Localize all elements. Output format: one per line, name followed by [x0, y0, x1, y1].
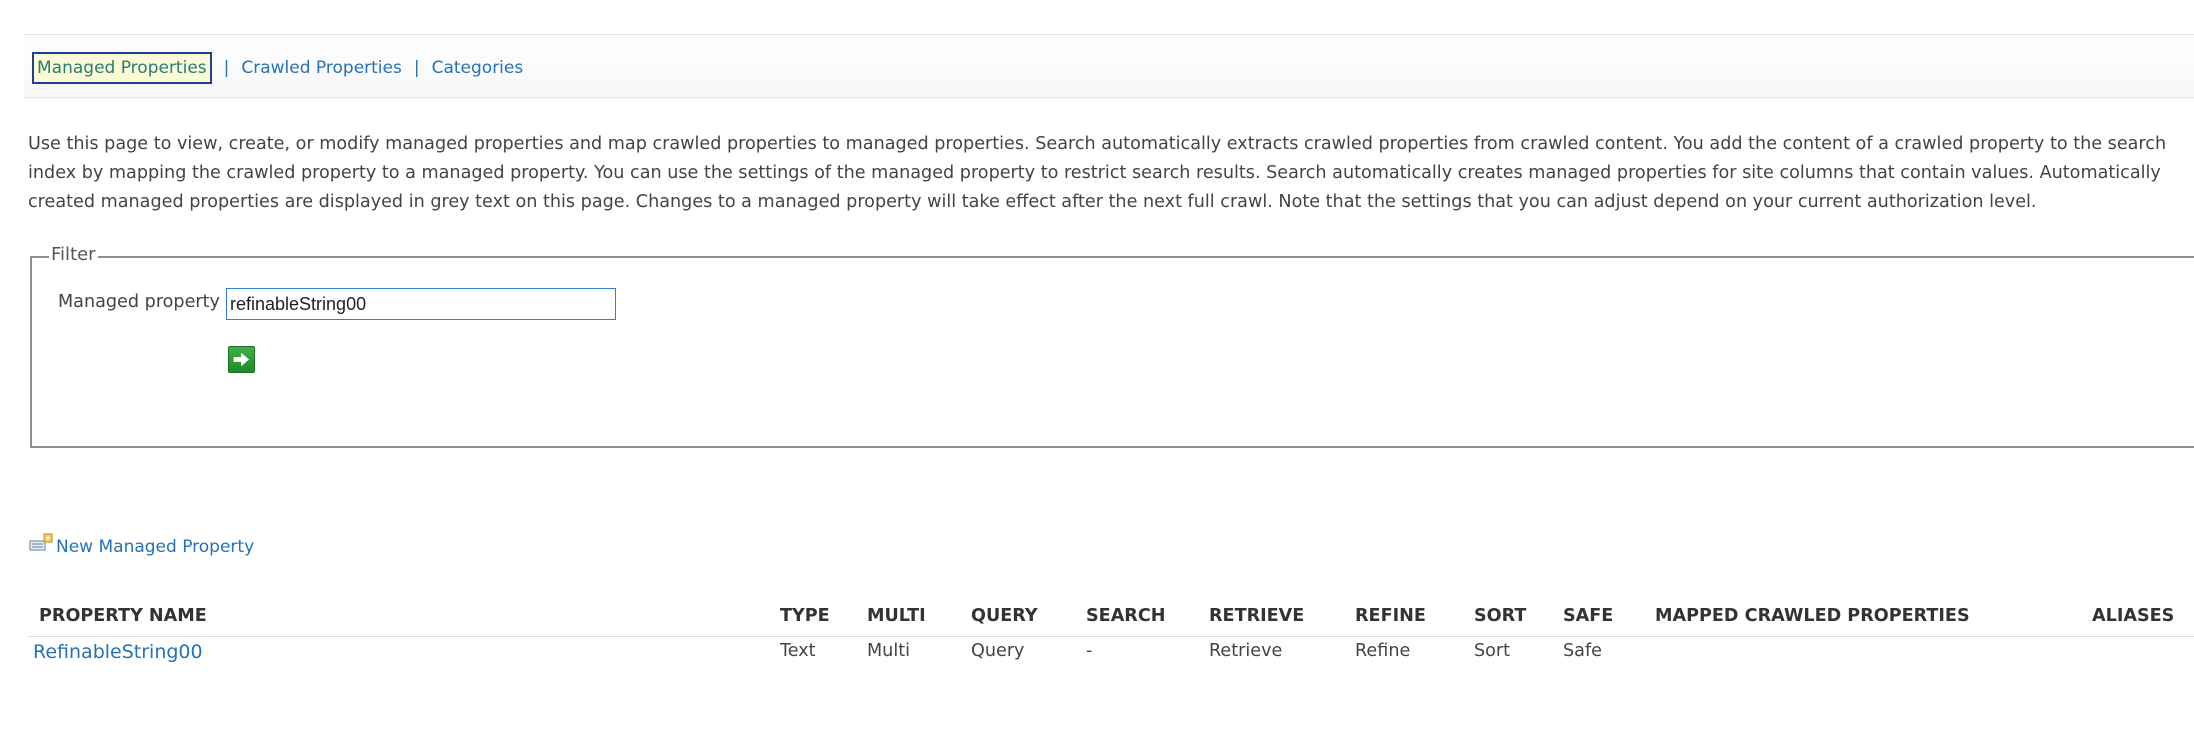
cell-mapped-crawled-properties	[1644, 637, 2081, 680]
tab-categories[interactable]: Categories	[432, 58, 524, 78]
new-managed-property-link[interactable]: New Managed Property	[29, 533, 255, 557]
cell-aliases	[2081, 637, 2194, 680]
property-tabs: Managed Properties | Crawled Properties …	[32, 51, 523, 85]
tab-crawled-properties[interactable]: Crawled Properties	[241, 58, 401, 78]
filter-legend: Filter	[49, 244, 98, 265]
filter-fieldset: Filter Managed property	[30, 244, 2194, 448]
column-header-property-name[interactable]: PROPERTY NAME	[28, 596, 769, 637]
arrow-right-icon	[233, 353, 249, 366]
table-row: RefinableString00 Text Multi Query - Ret…	[28, 637, 2194, 680]
column-header-retrieve[interactable]: RETRIEVE	[1198, 596, 1344, 637]
property-tabs-bar: Managed Properties | Crawled Properties …	[24, 34, 2194, 98]
column-header-type[interactable]: TYPE	[769, 596, 856, 637]
new-item-icon	[29, 533, 53, 551]
managed-property-label: Managed property	[58, 292, 220, 312]
cell-refine: Refine	[1355, 641, 1411, 661]
cell-type: Text	[780, 641, 816, 661]
cell-sort: Sort	[1474, 641, 1511, 661]
page-description: Use this page to view, create, or modify…	[28, 134, 2167, 212]
managed-properties-table: PROPERTY NAME TYPE MULTI QUERY SEARCH RE…	[28, 596, 2194, 679]
cell-safe: Safe	[1563, 641, 1602, 661]
cell-property-name: RefinableString00	[28, 637, 769, 680]
tab-separator: |	[223, 58, 230, 78]
column-header-sort[interactable]: SORT	[1463, 596, 1552, 637]
column-header-refine[interactable]: REFINE	[1344, 596, 1463, 637]
filter-go-button[interactable]	[228, 346, 255, 373]
column-header-multi[interactable]: MULTI	[856, 596, 960, 637]
new-managed-property-label: New Managed Property	[56, 537, 255, 557]
cell-retrieve: Retrieve	[1209, 641, 1283, 661]
property-name-link[interactable]: RefinableString00	[33, 641, 203, 663]
column-header-aliases[interactable]: ALIASES	[2081, 596, 2194, 637]
managed-property-input[interactable]	[226, 288, 616, 320]
cell-query: Query	[971, 641, 1025, 661]
column-header-query[interactable]: QUERY	[960, 596, 1075, 637]
column-header-safe[interactable]: SAFE	[1552, 596, 1644, 637]
column-header-search[interactable]: SEARCH	[1075, 596, 1198, 637]
tab-separator: |	[413, 58, 420, 78]
column-header-mapped-crawled-properties[interactable]: MAPPED CRAWLED PROPERTIES	[1644, 596, 2081, 637]
cell-search: -	[1086, 641, 1093, 661]
cell-multi: Multi	[867, 641, 911, 661]
tab-managed-properties[interactable]: Managed Properties	[32, 52, 212, 84]
table-header-row: PROPERTY NAME TYPE MULTI QUERY SEARCH RE…	[28, 596, 2194, 637]
